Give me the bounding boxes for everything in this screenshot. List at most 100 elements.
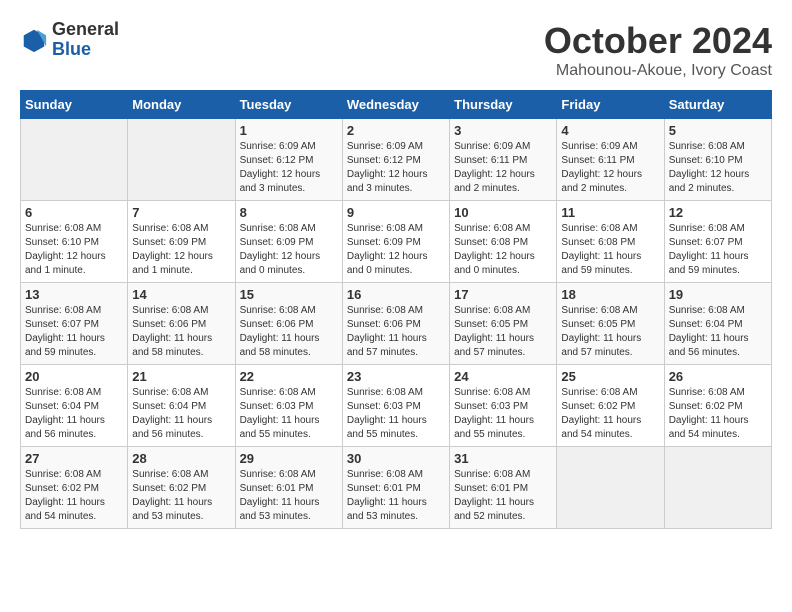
day-number: 19 [669, 287, 767, 302]
day-info: Sunrise: 6:08 AM Sunset: 6:07 PM Dayligh… [25, 304, 123, 360]
day-info: Sunrise: 6:08 AM Sunset: 6:09 PM Dayligh… [347, 222, 445, 278]
logo-blue-text: Blue [52, 39, 91, 59]
day-number: 23 [347, 369, 445, 384]
calendar-cell: 25Sunrise: 6:08 AM Sunset: 6:02 PM Dayli… [557, 365, 664, 447]
calendar-cell: 15 Sunrise: 6:08 AM Sunset: 6:06 PM Dayli… [235, 283, 342, 365]
logo: General Blue [20, 20, 119, 60]
day-number: 30 [347, 451, 445, 466]
calendar-cell: 19 Sunrise: 6:08 AM Sunset: 6:04 PM Dayli… [664, 283, 771, 365]
day-info: Sunrise: 6:09 AM Sunset: 6:12 PM Dayligh… [347, 140, 445, 196]
calendar-cell [128, 119, 235, 201]
calendar-cell: 10 Sunrise: 6:08 AM Sunset: 6:08 PM Dayli… [450, 201, 557, 283]
title-section: October 2024 Mahounou-Akoue, Ivory Coast [544, 20, 772, 80]
page-title: October 2024 [544, 20, 772, 62]
logo-icon [20, 26, 48, 54]
day-number: 12 [669, 205, 767, 220]
calendar-cell: 20Sunrise: 6:08 AM Sunset: 6:04 PM Dayli… [21, 365, 128, 447]
weekday-header-saturday: Saturday [664, 91, 771, 119]
day-info: Sunrise: 6:08 AM Sunset: 6:01 PM Dayligh… [240, 468, 338, 524]
day-info: Sunrise: 6:08 AM Sunset: 6:10 PM Dayligh… [669, 140, 767, 196]
day-info: Sunrise: 6:09 AM Sunset: 6:11 PM Dayligh… [561, 140, 659, 196]
day-info: Sunrise: 6:08 AM Sunset: 6:04 PM Dayligh… [669, 304, 767, 360]
day-info: Sunrise: 6:08 AM Sunset: 6:06 PM Dayligh… [240, 304, 338, 360]
calendar-cell: 5 Sunrise: 6:08 AM Sunset: 6:10 PM Daylig… [664, 119, 771, 201]
weekday-header-tuesday: Tuesday [235, 91, 342, 119]
calendar-week-2: 6Sunrise: 6:08 AM Sunset: 6:10 PM Daylig… [21, 201, 772, 283]
day-info: Sunrise: 6:08 AM Sunset: 6:08 PM Dayligh… [454, 222, 552, 278]
calendar-cell: 23 Sunrise: 6:08 AM Sunset: 6:03 PM Dayli… [342, 365, 449, 447]
day-number: 5 [669, 123, 767, 138]
calendar-cell: 26Sunrise: 6:08 AM Sunset: 6:02 PM Dayli… [664, 365, 771, 447]
day-info: Sunrise: 6:08 AM Sunset: 6:03 PM Dayligh… [454, 386, 552, 442]
weekday-header-thursday: Thursday [450, 91, 557, 119]
day-info: Sunrise: 6:08 AM Sunset: 6:02 PM Dayligh… [25, 468, 123, 524]
day-info: Sunrise: 6:08 AM Sunset: 6:03 PM Dayligh… [240, 386, 338, 442]
day-number: 14 [132, 287, 230, 302]
calendar-cell: 13Sunrise: 6:08 AM Sunset: 6:07 PM Dayli… [21, 283, 128, 365]
calendar-cell: 4 Sunrise: 6:09 AM Sunset: 6:11 PM Daylig… [557, 119, 664, 201]
calendar-cell: 7Sunrise: 6:08 AM Sunset: 6:09 PM Daylig… [128, 201, 235, 283]
day-number: 16 [347, 287, 445, 302]
calendar-cell: 31 Sunrise: 6:08 AM Sunset: 6:01 PM Dayli… [450, 447, 557, 529]
day-info: Sunrise: 6:08 AM Sunset: 6:01 PM Dayligh… [454, 468, 552, 524]
day-info: Sunrise: 6:08 AM Sunset: 6:09 PM Dayligh… [240, 222, 338, 278]
day-number: 15 [240, 287, 338, 302]
calendar-table: SundayMondayTuesdayWednesdayThursdayFrid… [20, 90, 772, 529]
calendar-cell [21, 119, 128, 201]
calendar-week-4: 20Sunrise: 6:08 AM Sunset: 6:04 PM Dayli… [21, 365, 772, 447]
calendar-cell [557, 447, 664, 529]
day-info: Sunrise: 6:08 AM Sunset: 6:04 PM Dayligh… [132, 386, 230, 442]
weekday-header-row: SundayMondayTuesdayWednesdayThursdayFrid… [21, 91, 772, 119]
day-number: 18 [561, 287, 659, 302]
calendar-cell: 21 Sunrise: 6:08 AM Sunset: 6:04 PM Dayli… [128, 365, 235, 447]
day-number: 1 [240, 123, 338, 138]
day-number: 11 [561, 205, 659, 220]
calendar-body: 1 Sunrise: 6:09 AM Sunset: 6:12 PM Daylig… [21, 119, 772, 529]
day-info: Sunrise: 6:08 AM Sunset: 6:06 PM Dayligh… [347, 304, 445, 360]
calendar-cell: 6Sunrise: 6:08 AM Sunset: 6:10 PM Daylig… [21, 201, 128, 283]
day-info: Sunrise: 6:08 AM Sunset: 6:03 PM Dayligh… [347, 386, 445, 442]
calendar-cell: 27 Sunrise: 6:08 AM Sunset: 6:02 PM Dayli… [21, 447, 128, 529]
day-info: Sunrise: 6:08 AM Sunset: 6:02 PM Dayligh… [132, 468, 230, 524]
day-number: 22 [240, 369, 338, 384]
day-number: 4 [561, 123, 659, 138]
calendar-cell: 14 Sunrise: 6:08 AM Sunset: 6:06 PM Dayli… [128, 283, 235, 365]
day-info: Sunrise: 6:08 AM Sunset: 6:02 PM Dayligh… [669, 386, 767, 442]
calendar-cell: 1 Sunrise: 6:09 AM Sunset: 6:12 PM Daylig… [235, 119, 342, 201]
day-number: 17 [454, 287, 552, 302]
day-number: 27 [25, 451, 123, 466]
day-number: 6 [25, 205, 123, 220]
calendar-cell [664, 447, 771, 529]
logo-general-text: General [52, 19, 119, 39]
calendar-cell: 2 Sunrise: 6:09 AM Sunset: 6:12 PM Daylig… [342, 119, 449, 201]
calendar-cell: 28 Sunrise: 6:08 AM Sunset: 6:02 PM Dayli… [128, 447, 235, 529]
calendar-week-3: 13Sunrise: 6:08 AM Sunset: 6:07 PM Dayli… [21, 283, 772, 365]
day-info: Sunrise: 6:08 AM Sunset: 6:01 PM Dayligh… [347, 468, 445, 524]
day-info: Sunrise: 6:08 AM Sunset: 6:09 PM Dayligh… [132, 222, 230, 278]
calendar-cell: 17Sunrise: 6:08 AM Sunset: 6:05 PM Dayli… [450, 283, 557, 365]
day-info: Sunrise: 6:08 AM Sunset: 6:05 PM Dayligh… [561, 304, 659, 360]
calendar-cell: 29 Sunrise: 6:08 AM Sunset: 6:01 PM Dayli… [235, 447, 342, 529]
day-number: 29 [240, 451, 338, 466]
calendar-cell: 22 Sunrise: 6:08 AM Sunset: 6:03 PM Dayli… [235, 365, 342, 447]
day-info: Sunrise: 6:08 AM Sunset: 6:07 PM Dayligh… [669, 222, 767, 278]
day-info: Sunrise: 6:09 AM Sunset: 6:12 PM Dayligh… [240, 140, 338, 196]
day-number: 8 [240, 205, 338, 220]
calendar-cell: 12 Sunrise: 6:08 AM Sunset: 6:07 PM Dayli… [664, 201, 771, 283]
page-subtitle: Mahounou-Akoue, Ivory Coast [544, 62, 772, 80]
day-info: Sunrise: 6:08 AM Sunset: 6:04 PM Dayligh… [25, 386, 123, 442]
weekday-header-sunday: Sunday [21, 91, 128, 119]
calendar-cell: 16 Sunrise: 6:08 AM Sunset: 6:06 PM Dayli… [342, 283, 449, 365]
day-number: 9 [347, 205, 445, 220]
calendar-week-1: 1 Sunrise: 6:09 AM Sunset: 6:12 PM Daylig… [21, 119, 772, 201]
day-info: Sunrise: 6:08 AM Sunset: 6:06 PM Dayligh… [132, 304, 230, 360]
calendar-week-5: 27 Sunrise: 6:08 AM Sunset: 6:02 PM Dayli… [21, 447, 772, 529]
day-number: 28 [132, 451, 230, 466]
day-number: 31 [454, 451, 552, 466]
day-number: 2 [347, 123, 445, 138]
day-number: 21 [132, 369, 230, 384]
day-info: Sunrise: 6:08 AM Sunset: 6:08 PM Dayligh… [561, 222, 659, 278]
calendar-cell: 8 Sunrise: 6:08 AM Sunset: 6:09 PM Daylig… [235, 201, 342, 283]
day-number: 25 [561, 369, 659, 384]
day-number: 10 [454, 205, 552, 220]
